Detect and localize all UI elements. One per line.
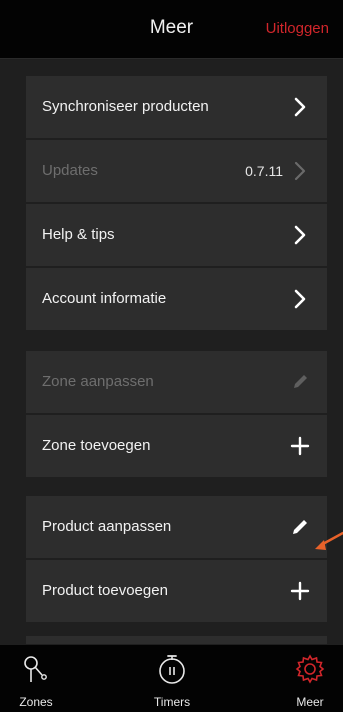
tab-zones[interactable]: Zones (0, 645, 86, 712)
plus-icon (289, 580, 311, 602)
add-zone-row[interactable]: Zone toevoegen (26, 415, 327, 477)
pencil-icon (289, 371, 311, 393)
screen: Meer Uitloggen Synchroniseer producten U… (0, 0, 343, 712)
tab-meer[interactable]: Meer (260, 645, 343, 712)
tab-timers-label: Timers (153, 695, 191, 709)
tab-meer-label: Meer (296, 695, 324, 709)
updates-label: Updates (42, 162, 98, 179)
top-bar: Meer Uitloggen (0, 0, 343, 59)
help-tips-row[interactable]: Help & tips (26, 204, 327, 266)
tab-zones-label: Zones (19, 695, 53, 709)
zone-group: Zone aanpassen Zone toevoegen (26, 351, 327, 479)
account-info-label: Account informatie (42, 290, 167, 307)
version-value: 0.7.11 (245, 163, 283, 179)
partial-row (26, 636, 327, 644)
edit-product-row[interactable]: Product aanpassen (26, 496, 327, 558)
tab-bar: Zones Timers Meer (0, 645, 343, 712)
chevron-right-icon (289, 288, 311, 310)
add-product-label: Product toevoegen (42, 582, 168, 599)
stopwatch-icon (156, 653, 188, 685)
add-zone-label: Zone toevoegen (42, 437, 151, 454)
annotation-arrow-icon (315, 531, 343, 550)
logout-button[interactable]: Uitloggen (266, 20, 329, 37)
add-product-row[interactable]: Product toevoegen (26, 560, 327, 622)
account-info-row[interactable]: Account informatie (26, 268, 327, 330)
edit-zone-label: Zone aanpassen (42, 373, 154, 390)
edit-product-label: Product aanpassen (42, 518, 172, 535)
plus-icon (289, 435, 311, 457)
chevron-right-icon (289, 96, 311, 118)
updates-row[interactable]: Updates 0.7.11 (26, 140, 327, 202)
product-group: Product aanpassen Product toevoegen (26, 496, 327, 645)
pencil-icon (289, 516, 311, 538)
chevron-right-icon (289, 160, 311, 182)
help-tips-label: Help & tips (42, 226, 115, 243)
settings-group: Synchroniseer producten Updates 0.7.11 H… (26, 76, 327, 332)
tab-timers[interactable]: Timers (122, 645, 222, 712)
zones-icon (20, 653, 52, 685)
settings-list: Synchroniseer producten Updates 0.7.11 H… (0, 59, 343, 645)
sync-products-label: Synchroniseer producten (42, 98, 209, 115)
sync-products-row[interactable]: Synchroniseer producten (26, 76, 327, 138)
chevron-right-icon (289, 224, 311, 246)
gear-icon (294, 653, 326, 685)
edit-zone-row[interactable]: Zone aanpassen (26, 351, 327, 413)
